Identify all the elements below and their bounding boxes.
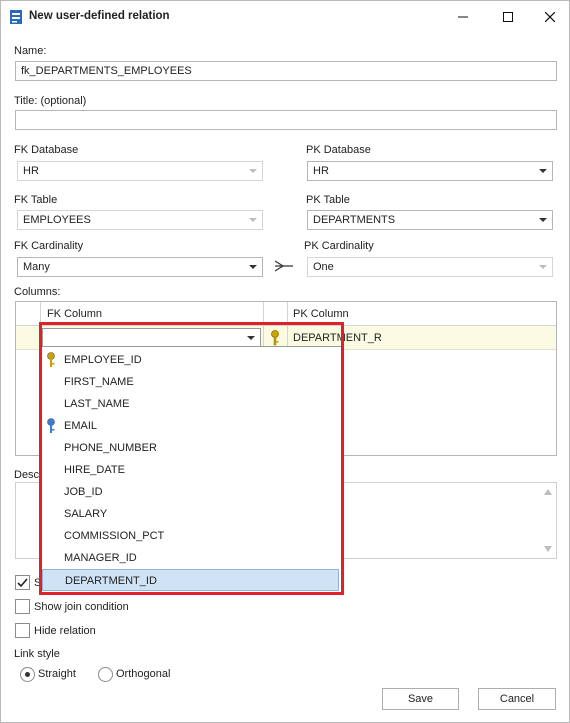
grid-header-pk-column: PK Column (293, 308, 349, 320)
app-icon (10, 10, 22, 24)
close-icon (545, 12, 555, 22)
dropdown-item-label: DEPARTMENT_ID (65, 575, 157, 587)
pk-table-label: PK Table (306, 194, 350, 206)
minimize-button[interactable] (452, 7, 474, 27)
orthogonal-radio[interactable] (98, 667, 113, 682)
dropdown-item-label: HIRE_DATE (64, 464, 125, 476)
key-icon (271, 330, 279, 346)
straight-radio[interactable] (20, 667, 35, 682)
grid-header-fk-column: FK Column (47, 308, 103, 320)
key-icon (47, 352, 55, 367)
close-button[interactable] (539, 7, 561, 27)
maximize-button[interactable] (497, 7, 519, 27)
pk-column-cell[interactable]: DEPARTMENT_R (293, 332, 382, 344)
fk-database-label: FK Database (14, 144, 79, 156)
dropdown-item-label: COMMISSION_PCT (64, 530, 165, 542)
dropdown-item-label: EMPLOYEE_ID (64, 354, 142, 366)
dropdown-item-label: SALARY (64, 508, 108, 520)
dropdown-item-label: JOB_ID (64, 486, 103, 498)
save-button[interactable]: Save (382, 688, 459, 710)
dropdown-item[interactable]: DEPARTMENT_ID (42, 569, 339, 591)
dropdown-item-label: EMAIL (64, 420, 98, 432)
dropdown-item-label: FIRST_NAME (64, 376, 134, 388)
show-join-condition-label: Show join condition (34, 601, 129, 613)
pk-table-select[interactable]: DEPARTMENTS (307, 210, 553, 230)
dropdown-item[interactable]: COMMISSION_PCT (42, 525, 339, 547)
key-icon (47, 418, 55, 433)
pk-table-value: DEPARTMENTS (313, 214, 396, 226)
window-title: New user-defined relation (29, 10, 170, 22)
fk-table-select[interactable]: EMPLOYEES (17, 210, 263, 230)
fk-column-dropdown-list[interactable]: EMPLOYEE_ID FIRST_NAME LAST_NAME EMAIL PHONE… (39, 346, 342, 593)
hide-relation-checkbox[interactable] (15, 623, 30, 638)
dropdown-item[interactable]: FIRST_NAME (42, 371, 339, 393)
chevron-down-icon (539, 265, 547, 269)
checkmark-icon (17, 578, 28, 588)
maximize-icon (503, 12, 513, 22)
show-checkbox[interactable] (15, 575, 30, 590)
title-input[interactable] (15, 110, 557, 130)
minimize-icon (458, 16, 468, 18)
dropdown-item[interactable]: LAST_NAME (42, 393, 339, 415)
title-label: Title: (optional) (14, 95, 87, 107)
crowfoot-icon (274, 260, 293, 272)
link-style-label: Link style (14, 648, 60, 660)
dropdown-item[interactable]: EMAIL (42, 415, 339, 437)
straight-radio-label: Straight (38, 668, 76, 680)
fk-cardinality-label: FK Cardinality (14, 240, 84, 252)
dialog-window: New user-defined relation Name: fk_DEPAR… (0, 0, 570, 723)
chevron-down-icon (249, 169, 257, 173)
dropdown-item[interactable]: SALARY (42, 503, 339, 525)
chevron-down-icon (539, 169, 547, 173)
fk-table-value: EMPLOYEES (23, 214, 91, 226)
description-label: Desc (14, 469, 40, 481)
name-input[interactable]: fk_DEPARTMENTS_EMPLOYEES (15, 61, 557, 81)
hide-relation-label: Hide relation (34, 625, 96, 637)
dropdown-item[interactable]: EMPLOYEE_ID (42, 349, 339, 371)
pk-cardinality-value: One (313, 261, 334, 273)
chevron-down-icon (249, 265, 257, 269)
grid-header: FK Column PK Column (16, 302, 556, 326)
fk-table-label: FK Table (14, 194, 58, 206)
name-label: Name: (14, 45, 47, 57)
dropdown-item-label: MANAGER_ID (64, 552, 137, 564)
pk-cardinality-select[interactable]: One (307, 257, 553, 277)
dropdown-item-label: PHONE_NUMBER (64, 442, 157, 454)
chevron-down-icon (247, 336, 255, 340)
fk-cardinality-value: Many (23, 261, 50, 273)
pk-cardinality-label: PK Cardinality (304, 240, 374, 252)
dropdown-item[interactable]: PHONE_NUMBER (42, 437, 339, 459)
dropdown-item[interactable]: HIRE_DATE (42, 459, 339, 481)
title-bar: New user-defined relation (1, 1, 569, 33)
fk-cardinality-select[interactable]: Many (17, 257, 263, 277)
dropdown-item[interactable]: MANAGER_ID (42, 547, 339, 569)
chevron-down-icon (539, 218, 547, 222)
show-join-condition-checkbox[interactable] (15, 599, 30, 614)
chevron-down-icon (249, 218, 257, 222)
dropdown-item-label: LAST_NAME (64, 398, 130, 410)
orthogonal-radio-label: Orthogonal (116, 668, 171, 680)
dropdown-item[interactable]: JOB_ID (42, 481, 339, 503)
fk-database-value: HR (23, 165, 39, 177)
pk-database-select[interactable]: HR (307, 161, 553, 181)
columns-label: Columns: (14, 286, 61, 298)
pk-database-label: PK Database (306, 144, 371, 156)
cancel-button[interactable]: Cancel (478, 688, 556, 710)
pk-database-value: HR (313, 165, 329, 177)
fk-database-select[interactable]: HR (17, 161, 263, 181)
scroll-up-icon[interactable] (544, 489, 552, 495)
fk-column-select[interactable] (42, 328, 261, 348)
scroll-down-icon[interactable] (544, 546, 552, 552)
